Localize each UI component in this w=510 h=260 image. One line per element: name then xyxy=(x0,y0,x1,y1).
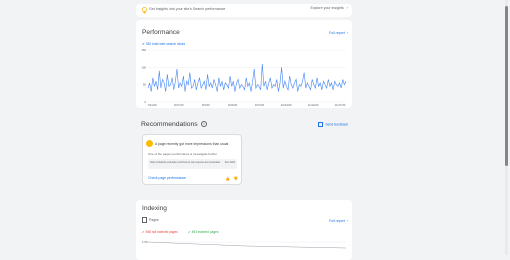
x-tick-label: 9/20/20 xyxy=(228,103,238,107)
trending-up-icon xyxy=(146,140,153,147)
chevron-right-icon: › xyxy=(346,6,348,10)
x-tick-label: 10/24/20 xyxy=(281,103,292,107)
x-tick-label: 11/27/20 xyxy=(335,103,346,107)
recommendation-date: Dec 2023 xyxy=(224,161,235,164)
recommendation-url[interactable]: https://sitelinks.example.com/how-to-win… xyxy=(150,161,220,164)
send-feedback-label: Send feedback xyxy=(325,122,348,127)
check-page-performance-link[interactable]: Check page performance xyxy=(148,176,186,180)
indexing-chart[interactable] xyxy=(136,200,352,260)
recommendation-card: A page recently got more impressions tha… xyxy=(142,134,242,185)
y-tick-label: 150 xyxy=(141,48,146,52)
y-tick-label: 0 xyxy=(144,100,146,104)
thumbs-up-icon[interactable]: 👍 xyxy=(225,176,230,181)
insights-message: Get insights into your site's Search per… xyxy=(149,7,226,11)
performance-chart[interactable]: 150 100 50 07/31/20 8/17/20 9/3/20 9/20/20 10/7… xyxy=(136,20,352,108)
recommendation-url-box: https://sitelinks.example.com/how-to-win… xyxy=(148,159,237,169)
explore-insights-link[interactable]: Explore your insights › xyxy=(310,6,348,10)
recommendation-description: One of the page's performance is investi… xyxy=(148,152,217,156)
performance-card: Performance Full report › ✔ 330 total web… xyxy=(136,20,352,108)
x-tick-label: 7/31/20 xyxy=(147,103,157,107)
y-tick-label: 100 xyxy=(141,65,146,69)
y-tick-label: 50 xyxy=(143,83,147,87)
recommendations-title-label: Recommendations xyxy=(141,121,198,128)
x-tick-label: 9/3/20 xyxy=(202,103,210,107)
insights-banner[interactable]: Get insights into your site's Search per… xyxy=(136,4,352,17)
recommendation-title: A page recently got more impressions tha… xyxy=(155,142,229,146)
send-feedback-button[interactable]: Send feedback xyxy=(317,122,348,127)
recommendations-title: Recommendations? xyxy=(141,121,207,128)
x-tick-label: 8/17/20 xyxy=(174,103,184,107)
info-icon[interactable]: ? xyxy=(200,121,207,128)
scrollbar-thumb[interactable] xyxy=(505,6,508,166)
feedback-icon xyxy=(317,122,324,127)
x-tick-label: 10/7/20 xyxy=(255,103,265,107)
indexing-card: Indexing Pages Full report › ✔ 948 not in… xyxy=(136,200,352,260)
explore-insights-label: Explore your insights xyxy=(310,6,344,10)
thumbs-down-icon[interactable]: 👎 xyxy=(233,176,238,181)
lightbulb-icon xyxy=(141,7,148,14)
x-tick-label: 11/10/20 xyxy=(308,103,319,107)
clicks-series-line xyxy=(147,63,347,92)
scrollbar[interactable] xyxy=(505,0,508,255)
